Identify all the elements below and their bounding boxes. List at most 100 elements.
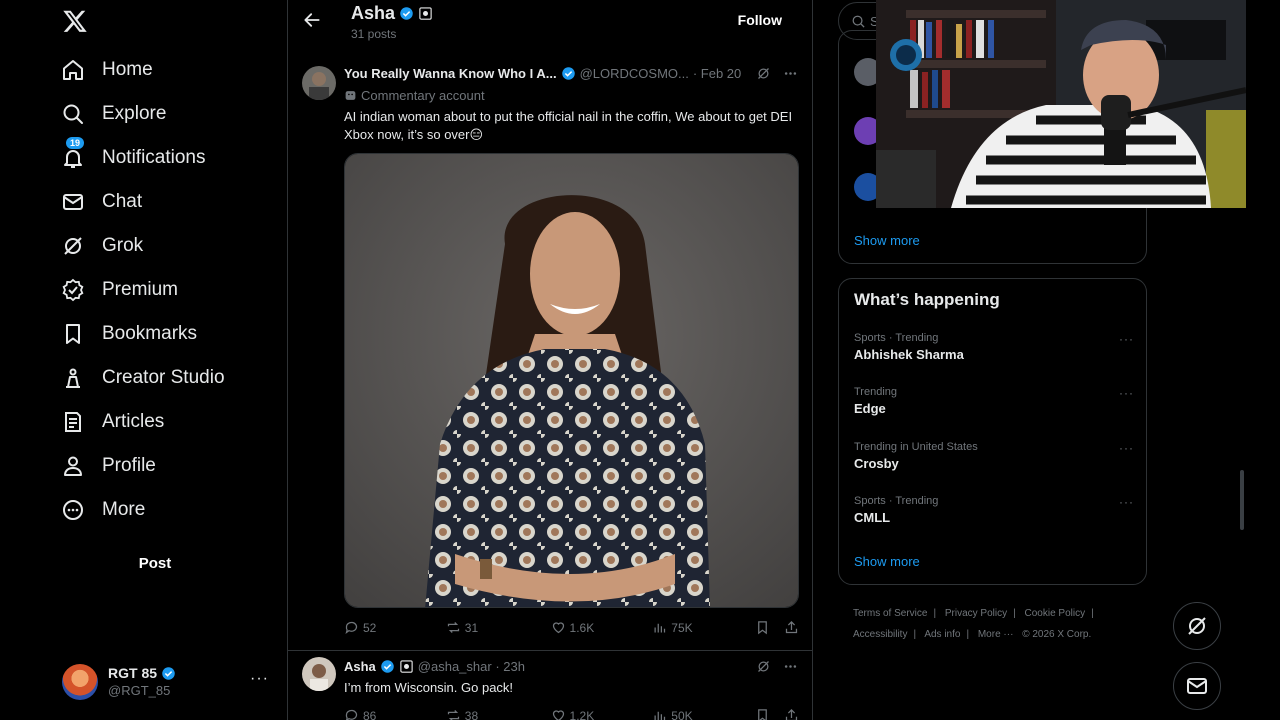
- like-button[interactable]: 1.2K: [551, 708, 653, 720]
- post-button[interactable]: Post: [60, 543, 250, 583]
- nav-profile[interactable]: Profile: [60, 446, 156, 486]
- more-horizontal-icon[interactable]: ···: [1119, 332, 1134, 346]
- trend-item[interactable]: Trending Edge ···: [854, 386, 1134, 416]
- reply-count: 52: [363, 620, 377, 635]
- more-horizontal-icon[interactable]: [783, 659, 798, 674]
- repost-button[interactable]: 31: [446, 620, 551, 635]
- copyright: © 2026 X Corp.: [1022, 629, 1092, 640]
- bell-icon: 19: [60, 137, 86, 171]
- creator-studio-icon: [60, 365, 86, 391]
- account-name: RGT 85: [108, 665, 158, 681]
- tweet-author-name[interactable]: Asha: [344, 659, 376, 674]
- views-icon: [654, 711, 666, 720]
- tweet[interactable]: Asha @asha_shar · 23h I’m from Wisconsin…: [288, 650, 812, 720]
- messages-fab-button[interactable]: [1173, 662, 1221, 710]
- show-more-link[interactable]: Show more: [854, 554, 920, 569]
- nav-explore[interactable]: Explore: [60, 94, 166, 134]
- notification-count-badge: 19: [66, 137, 85, 149]
- nav-articles[interactable]: Articles: [60, 402, 164, 442]
- articles-icon: [60, 409, 86, 435]
- bookmark-icon: [60, 321, 86, 347]
- tweet-header: Asha @asha_shar · 23h: [344, 659, 525, 674]
- trend-item[interactable]: Trending in United States Crosby ···: [854, 441, 1134, 471]
- tweet-actions: 52 31 1.6K 75K: [344, 620, 799, 635]
- tweet-author-handle[interactable]: @asha_shar · 23h: [418, 659, 525, 674]
- nav-creator-studio[interactable]: Creator Studio: [60, 358, 225, 398]
- repost-button[interactable]: 38: [446, 708, 551, 720]
- tweet-author-name[interactable]: You Really Wanna Know Who I A...: [344, 66, 557, 81]
- accessibility-link[interactable]: Accessibility: [853, 629, 907, 640]
- more-horizontal-icon[interactable]: [783, 66, 798, 81]
- trend-item[interactable]: Sports · Trending Abhishek Sharma ···: [854, 332, 1134, 362]
- profile-header: Asha 31 posts Follow: [288, 0, 812, 50]
- tweet-top-actions: [756, 659, 798, 674]
- webcam-video: [876, 0, 1246, 208]
- nav-premium[interactable]: Premium: [60, 270, 178, 310]
- scrollbar[interactable]: [1240, 470, 1244, 530]
- tweet-avatar[interactable]: [302, 66, 336, 100]
- footer-separator: |: [913, 629, 917, 640]
- footer-separator: |: [1013, 608, 1016, 619]
- x-logo-icon[interactable]: [62, 8, 90, 36]
- reply-button[interactable]: 86: [344, 708, 446, 720]
- nav-grok[interactable]: Grok: [60, 226, 143, 266]
- verified-badge-icon: [381, 660, 394, 673]
- repost-count: 31: [464, 620, 479, 635]
- bookmark-icon[interactable]: [755, 708, 770, 720]
- tweet-author-handle[interactable]: @LORDCOSMO...: [580, 66, 689, 81]
- trend-category: Sports · Trending: [854, 495, 939, 507]
- account-switcher[interactable]: RGT 85 @RGT_85 ···: [62, 662, 277, 702]
- nav-home[interactable]: Home: [60, 50, 153, 90]
- share-icon[interactable]: [784, 620, 799, 635]
- tweet-timestamp[interactable]: · Feb 20: [693, 66, 741, 81]
- nav-notifications[interactable]: 19 Notifications: [60, 137, 206, 178]
- more-horizontal-icon[interactable]: ···: [1119, 441, 1134, 455]
- commentary-label: Commentary account: [344, 88, 485, 103]
- like-count: 1.2K: [569, 708, 595, 720]
- nav-more[interactable]: More: [60, 490, 145, 530]
- nav-creator-studio-label: Creator Studio: [102, 367, 225, 388]
- share-icon[interactable]: [784, 708, 799, 720]
- tweet-avatar[interactable]: [302, 657, 336, 691]
- view-count: 50K: [671, 708, 693, 720]
- privacy-link[interactable]: Privacy Policy: [945, 608, 1007, 619]
- portrait-photo: [345, 154, 798, 607]
- footer-more-link[interactable]: More ···: [978, 629, 1014, 640]
- profile-name: Asha: [351, 3, 396, 23]
- show-more-link[interactable]: Show more: [854, 233, 920, 248]
- tweet-header: You Really Wanna Know Who I A... @LORDCO…: [344, 66, 741, 81]
- cookie-link[interactable]: Cookie Policy: [1025, 608, 1086, 619]
- follow-button[interactable]: Follow: [738, 12, 782, 28]
- search-icon: [60, 101, 86, 127]
- more-horizontal-icon[interactable]: ···: [1119, 386, 1134, 400]
- reply-button[interactable]: 52: [344, 620, 446, 635]
- trend-category: Trending: [854, 386, 898, 398]
- nav-premium-label: Premium: [102, 279, 179, 300]
- nav-grok-label: Grok: [102, 235, 144, 256]
- trend-item[interactable]: Sports · Trending CMLL ···: [854, 495, 1134, 525]
- grok-fab-button[interactable]: [1173, 602, 1221, 650]
- trend-name: Abhishek Sharma: [854, 347, 964, 362]
- grok-icon[interactable]: [756, 66, 771, 81]
- grok-icon[interactable]: [756, 659, 771, 674]
- tweet[interactable]: You Really Wanna Know Who I A... @LORDCO…: [288, 60, 812, 645]
- bookmark-icon[interactable]: [755, 620, 770, 635]
- trend-name: CMLL: [854, 510, 891, 525]
- tweet-text: AI indian woman about to put the officia…: [344, 109, 793, 142]
- like-button[interactable]: 1.6K: [551, 620, 653, 635]
- nav-notifications-label: Notifications: [102, 147, 206, 168]
- account-more-icon[interactable]: ···: [250, 670, 269, 688]
- back-arrow-icon[interactable]: [302, 10, 322, 30]
- nav-chat[interactable]: Chat: [60, 182, 142, 222]
- whats-happening-title: What’s happening: [854, 290, 1000, 309]
- views-button[interactable]: 50K: [652, 708, 755, 720]
- terms-link[interactable]: Terms of Service: [853, 608, 927, 619]
- post-count: 31 posts: [351, 27, 397, 41]
- repost-count: 38: [464, 708, 479, 720]
- nav-bookmarks[interactable]: Bookmarks: [60, 314, 197, 354]
- more-horizontal-icon[interactable]: ···: [1119, 495, 1134, 509]
- views-button[interactable]: 75K: [652, 620, 755, 635]
- tweet-photo[interactable]: [344, 153, 799, 608]
- views-icon: [654, 623, 666, 633]
- ads-info-link[interactable]: Ads info: [924, 629, 960, 640]
